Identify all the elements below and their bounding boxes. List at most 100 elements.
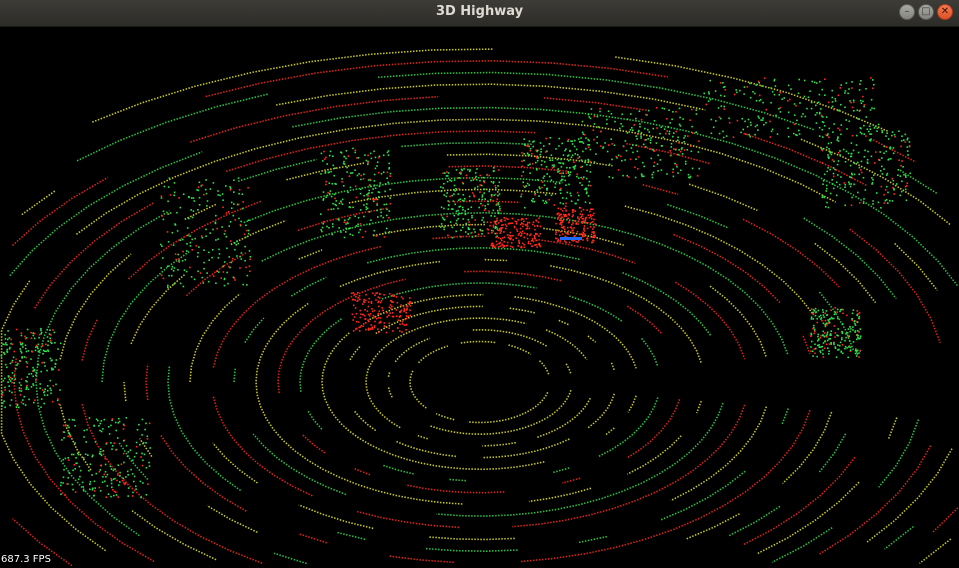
vehicle-point <box>409 304 412 307</box>
structure-point <box>769 120 771 123</box>
structure-point <box>822 309 824 311</box>
structure-point <box>446 171 448 173</box>
vehicle-point <box>505 217 507 220</box>
structure-point <box>828 148 830 150</box>
structure-point <box>587 195 590 197</box>
maximize-button[interactable]: □ <box>918 4 934 20</box>
structure-point <box>585 137 587 139</box>
structure-point <box>560 158 562 161</box>
structure-point <box>483 181 486 184</box>
structure-point <box>638 110 641 112</box>
structure-point <box>4 389 6 391</box>
structure-point <box>542 199 544 202</box>
structure-point <box>757 80 760 83</box>
structure-point <box>168 177 171 179</box>
pointcloud-viewport[interactable]: 687.3 FPS <box>0 27 959 568</box>
structure-point <box>458 188 460 190</box>
structure-point <box>840 176 842 178</box>
vehicle-point <box>389 312 391 314</box>
structure-point <box>856 321 859 323</box>
structure-point <box>123 424 126 427</box>
structure-point <box>529 163 531 165</box>
structure-point <box>717 107 720 109</box>
structure-point <box>608 163 611 166</box>
structure-point <box>834 98 837 100</box>
window-titlebar[interactable]: 3D Highway – □ ✕ <box>0 0 959 27</box>
structure-point <box>709 79 711 82</box>
structure-point <box>69 433 71 436</box>
structure-point <box>896 183 898 185</box>
vehicle-point <box>503 236 506 239</box>
structure-point <box>663 128 666 130</box>
scan-ring <box>387 328 572 436</box>
structure-point <box>783 97 785 99</box>
structure-point <box>18 406 20 409</box>
structure-point <box>464 210 466 212</box>
vehicle-point <box>372 328 374 330</box>
vehicle-point <box>557 238 560 241</box>
minimize-button[interactable]: – <box>899 4 915 20</box>
structure-point <box>543 202 546 205</box>
structure-point <box>238 217 240 220</box>
structure-point <box>869 109 872 111</box>
structure-point <box>787 111 790 114</box>
structure-point <box>237 242 240 245</box>
vehicle-point <box>522 223 524 225</box>
structure-point <box>463 200 465 202</box>
close-button[interactable]: ✕ <box>937 4 953 20</box>
structure-point <box>639 123 641 125</box>
structure-point <box>241 207 244 210</box>
structure-point <box>873 83 875 86</box>
structure-point <box>893 189 895 191</box>
structure-point <box>331 183 334 185</box>
structure-point <box>333 174 335 177</box>
vehicle-point <box>574 210 576 213</box>
structure-point <box>160 274 163 276</box>
structure-point <box>835 356 838 358</box>
structure-point <box>320 173 322 175</box>
structure-point <box>389 202 392 205</box>
structure-point <box>873 107 875 110</box>
structure-point <box>828 136 830 139</box>
structure-point <box>858 338 860 340</box>
structure-point <box>217 194 220 196</box>
structure-point <box>388 162 390 165</box>
structure-point <box>247 229 250 232</box>
structure-point <box>481 198 483 201</box>
structure-point <box>6 348 9 351</box>
structure-point <box>340 152 343 154</box>
structure-point <box>806 107 808 110</box>
structure-point <box>247 219 250 222</box>
structure-point <box>460 229 462 232</box>
structure-point <box>829 168 831 171</box>
structure-point <box>322 160 324 162</box>
vehicle-point <box>496 232 498 235</box>
structure-point <box>798 78 800 81</box>
structure-point <box>533 200 536 203</box>
structure-point <box>770 130 773 133</box>
structure-point <box>15 406 18 409</box>
structure-point <box>877 123 880 126</box>
structure-point <box>206 205 208 207</box>
structure-point <box>356 157 358 159</box>
structure-point <box>754 133 756 136</box>
structure-point <box>566 191 569 194</box>
vehicle-point <box>535 219 537 222</box>
structure-point <box>193 278 196 281</box>
structure-point <box>480 202 482 205</box>
structure-point <box>386 177 388 179</box>
structure-point <box>837 127 839 130</box>
structure-point <box>205 228 207 231</box>
vehicle-point <box>358 295 361 297</box>
structure-point <box>445 195 447 198</box>
structure-point <box>640 118 643 121</box>
structure-point <box>349 217 351 219</box>
structure-point <box>524 206 526 209</box>
structure-point <box>116 437 119 439</box>
vehicle-point <box>507 218 509 220</box>
vehicle-point <box>404 318 406 321</box>
structure-point <box>744 133 747 135</box>
structure-point <box>862 177 865 179</box>
vehicle-point <box>517 245 519 247</box>
vehicle-point <box>585 216 588 219</box>
